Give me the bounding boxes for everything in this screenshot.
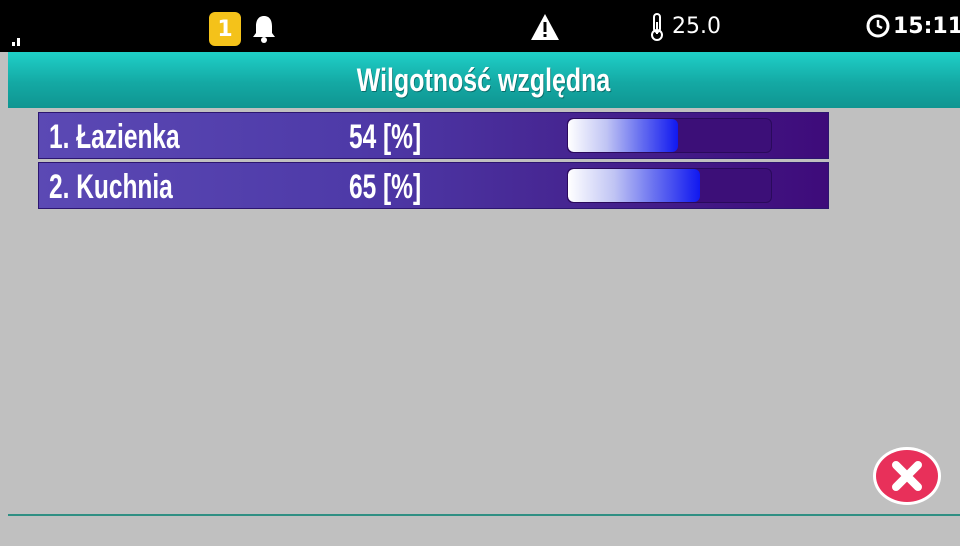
clock-time: 15:11 <box>893 14 960 39</box>
warning-icon[interactable] <box>530 12 560 42</box>
temperature-value: 25.0 <box>672 14 721 39</box>
close-button[interactable] <box>871 445 943 507</box>
humidity-value: 54 [%] <box>349 118 422 156</box>
humidity-bar-fill <box>568 169 700 202</box>
list-item[interactable]: 2. Kuchnia 65 [%] <box>38 162 829 209</box>
signal-icon <box>12 36 20 46</box>
alarm-count-badge[interactable]: 1 <box>209 12 241 46</box>
status-bar: 1 25.0 15:11 <box>0 0 960 52</box>
humidity-bar-fill <box>568 119 678 152</box>
page-title: Wilgotność względna <box>357 61 611 98</box>
humidity-value: 65 [%] <box>349 168 422 206</box>
divider <box>8 514 960 516</box>
humidity-bar <box>567 168 772 203</box>
room-name: 2. Kuchnia <box>49 168 173 206</box>
bell-icon[interactable] <box>251 14 277 44</box>
room-name: 1. Łazienka <box>49 118 180 156</box>
list-item[interactable]: 1. Łazienka 54 [%] <box>38 112 829 159</box>
clock-icon <box>866 14 890 38</box>
title-bar: Wilgotność względna <box>8 52 960 108</box>
thermometer-icon <box>651 13 663 41</box>
humidity-bar <box>567 118 772 153</box>
